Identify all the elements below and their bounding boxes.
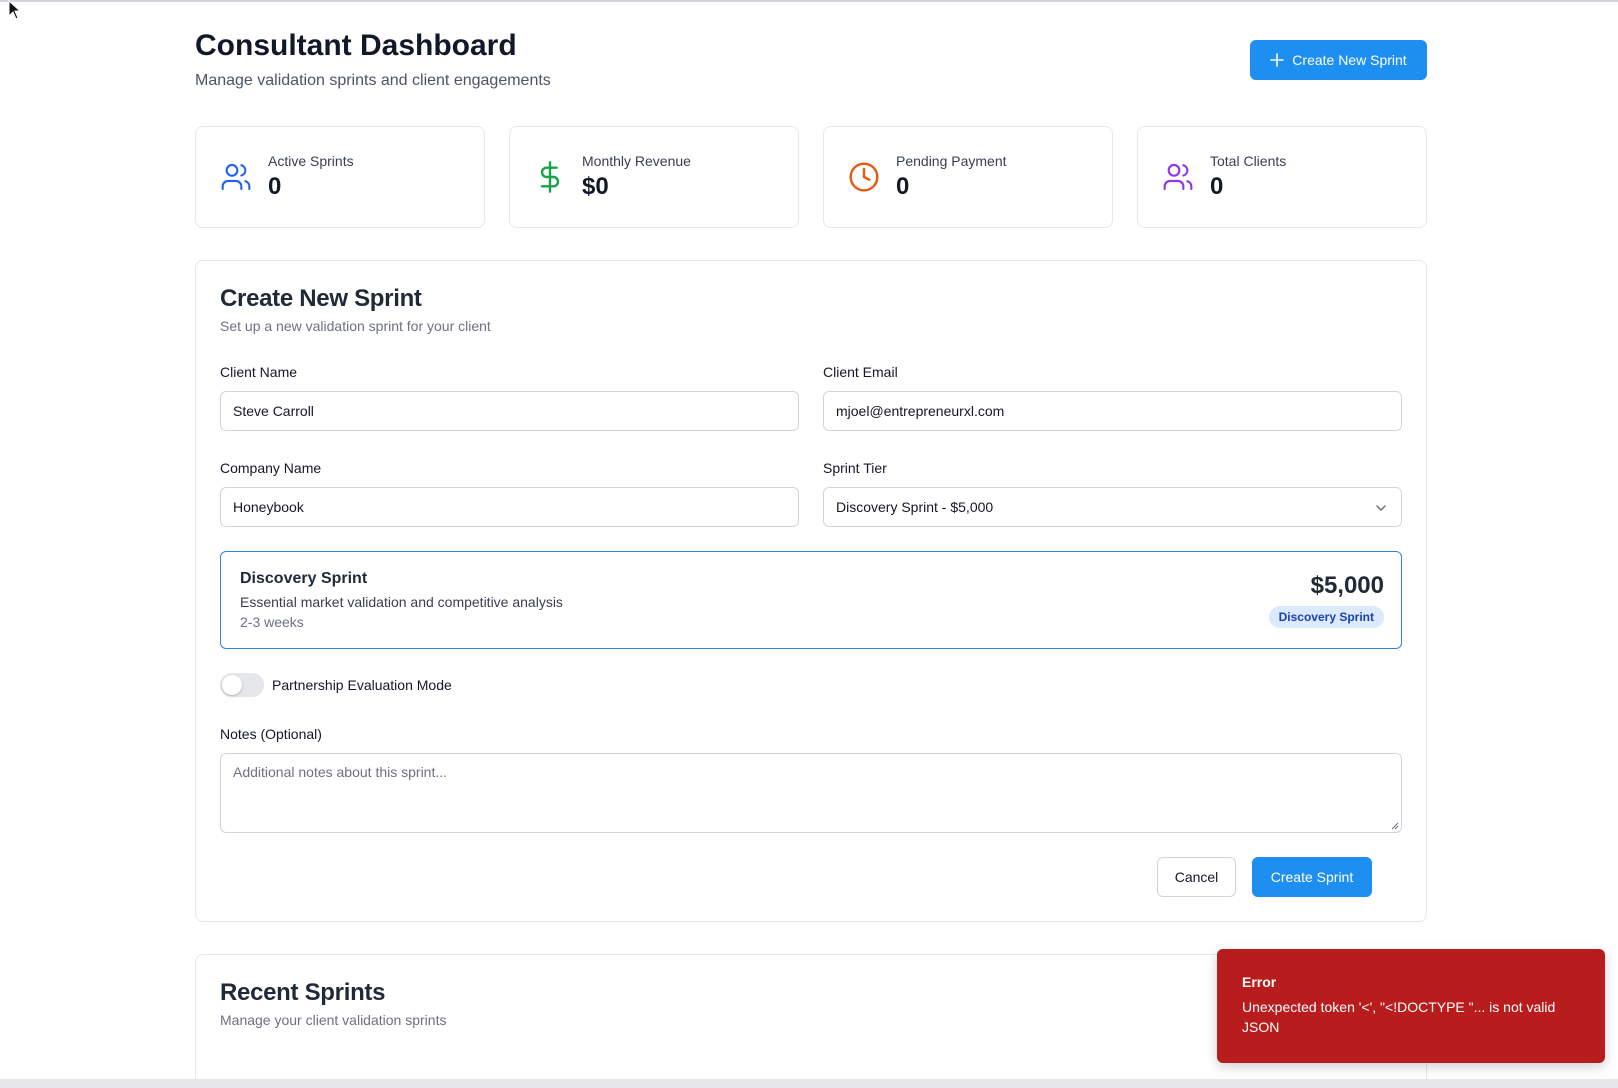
chevron-down-icon bbox=[1376, 505, 1386, 511]
tier-badge: Discovery Sprint bbox=[1268, 606, 1384, 628]
sprint-tier-label: Sprint Tier bbox=[823, 460, 887, 476]
client-email-label: Client Email bbox=[823, 364, 898, 380]
tier-duration: 2-3 weeks bbox=[240, 614, 304, 630]
sprint-tier-value: Discovery Sprint - $5,000 bbox=[836, 499, 994, 515]
form-description: Set up a new validation sprint for your … bbox=[220, 318, 491, 334]
partnership-toggle-label: Partnership Evaluation Mode bbox=[272, 677, 452, 693]
users-icon bbox=[221, 163, 251, 191]
client-name-label: Client Name bbox=[220, 364, 298, 380]
notes-label: Notes (Optional) bbox=[220, 726, 322, 742]
cancel-button[interactable]: Cancel bbox=[1157, 857, 1236, 897]
tier-price: $5,000 bbox=[1310, 572, 1384, 599]
selected-tier-card: Discovery Sprint Essential market valida… bbox=[220, 551, 1402, 649]
toggle-knob bbox=[222, 675, 242, 695]
partnership-toggle[interactable] bbox=[220, 673, 264, 697]
dollar-icon bbox=[540, 161, 560, 193]
toast-title: Error bbox=[1242, 974, 1277, 990]
users-icon bbox=[1163, 163, 1193, 191]
toast-message: Unexpected token '<', "<!DOCTYPE "... is… bbox=[1242, 999, 1556, 1035]
notes-placeholder: Additional notes about this sprint... bbox=[233, 764, 448, 780]
stat-label: Total Clients bbox=[1210, 153, 1287, 169]
resize-grip-icon[interactable] bbox=[1391, 822, 1399, 830]
stat-card-monthly-revenue: Monthly Revenue $0 bbox=[509, 126, 799, 228]
stat-label: Pending Payment bbox=[896, 153, 1007, 169]
create-sprint-form: Create New Sprint Set up a new validatio… bbox=[195, 260, 1427, 922]
create-sprint-button[interactable]: Create Sprint bbox=[1252, 857, 1372, 897]
stats-row: Active Sprints 0 Monthly Revenue $0 Pend… bbox=[195, 126, 1427, 228]
form-title: Create New Sprint bbox=[220, 285, 422, 312]
recent-sprints-title: Recent Sprints bbox=[220, 979, 386, 1006]
client-email-input[interactable]: mjoel@entrepreneurxl.com bbox=[823, 391, 1402, 431]
stat-card-pending-payment: Pending Payment 0 bbox=[823, 126, 1113, 228]
page-title: Consultant Dashboard bbox=[195, 29, 517, 62]
stat-value: 0 bbox=[1210, 173, 1224, 200]
client-name-input[interactable]: Steve Carroll bbox=[220, 391, 799, 431]
partnership-toggle-row: Partnership Evaluation Mode bbox=[220, 673, 452, 697]
plus-icon bbox=[1270, 53, 1285, 67]
stat-value: 0 bbox=[268, 173, 282, 200]
stat-label: Monthly Revenue bbox=[582, 153, 691, 169]
stat-card-total-clients: Total Clients 0 bbox=[1137, 126, 1427, 228]
error-toast[interactable]: Error Unexpected token '<', "<!DOCTYPE "… bbox=[1217, 949, 1605, 1063]
create-new-sprint-button[interactable]: Create New Sprint bbox=[1250, 40, 1427, 80]
mouse-cursor-icon bbox=[8, 0, 22, 20]
recent-sprints-description: Manage your client validation sprints bbox=[220, 1012, 447, 1028]
bottom-edge bbox=[0, 1079, 1618, 1088]
create-new-sprint-label: Create New Sprint bbox=[1292, 52, 1407, 68]
page-header: Consultant Dashboard Manage validation s… bbox=[195, 28, 1427, 98]
stat-card-active-sprints: Active Sprints 0 bbox=[195, 126, 485, 228]
page-subtitle: Manage validation sprints and client eng… bbox=[195, 72, 551, 89]
stat-value: $0 bbox=[582, 173, 609, 200]
tier-description: Essential market validation and competit… bbox=[240, 594, 563, 610]
stat-value: 0 bbox=[896, 173, 910, 200]
tier-name: Discovery Sprint bbox=[240, 570, 368, 587]
stat-label: Active Sprints bbox=[268, 153, 354, 169]
clock-icon bbox=[849, 162, 879, 192]
company-name-label: Company Name bbox=[220, 460, 322, 476]
company-name-input[interactable]: Honeybook bbox=[220, 487, 799, 527]
sprint-tier-select[interactable]: Discovery Sprint - $5,000 bbox=[823, 487, 1402, 527]
notes-textarea[interactable]: Additional notes about this sprint... bbox=[220, 753, 1402, 833]
window-top-border bbox=[0, 0, 1618, 2]
